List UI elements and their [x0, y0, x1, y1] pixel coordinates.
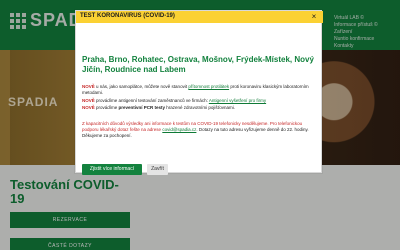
- pcr-paragraph: NOVĚ provádíme preventivní PCR testy hra…: [82, 105, 318, 111]
- covid-email-link[interactable]: covid@spadia.cz: [162, 127, 196, 132]
- antibody-paragraph: NOVĚ u nás, jako samoplátce, můžete nově…: [82, 84, 318, 96]
- more-info-button[interactable]: Zjistit více informací: [82, 164, 142, 175]
- antibody-link[interactable]: přítomnost protilátek: [188, 84, 229, 89]
- notice-red-text-2: lékařský dotaz řešte na adrese: [99, 127, 163, 132]
- new-label: NOVĚ: [82, 98, 95, 103]
- antigen-firms-link[interactable]: Antigenní vyšetření pro firmy: [209, 98, 266, 103]
- modal-title: TEST KORONAVIRUS (COVID-19): [80, 13, 175, 19]
- paragraph-text: hrazené zdravotními pojišťovnami.: [165, 105, 236, 110]
- paragraph-text: u nás, jako samoplátce, můžete nově stan…: [94, 84, 189, 89]
- covid-info-modal: TEST KORONAVIRUS (COVID-19) × Praha, Brn…: [75, 10, 323, 175]
- modal-heading-locations: Praha, Brno, Rohatec, Ostrava, Mošnov, F…: [82, 55, 314, 74]
- modal-header: TEST KORONAVIRUS (COVID-19) ×: [76, 11, 323, 23]
- pcr-bold-text: preventivní PCR testy: [118, 105, 166, 110]
- new-label: NOVĚ: [82, 84, 95, 89]
- notice-paragraph: Z kapacitních důvodů výsledky ani inform…: [82, 121, 318, 139]
- antigen-paragraph: NOVĚ provádíme antigenní testování zaměs…: [82, 98, 318, 104]
- paragraph-text: provádíme: [94, 105, 119, 110]
- close-icon[interactable]: ×: [309, 12, 319, 22]
- new-label: NOVĚ: [82, 105, 95, 110]
- paragraph-text: provádíme antigenní testování zaměstnanc…: [94, 98, 209, 103]
- close-button[interactable]: Zavřít: [147, 164, 168, 175]
